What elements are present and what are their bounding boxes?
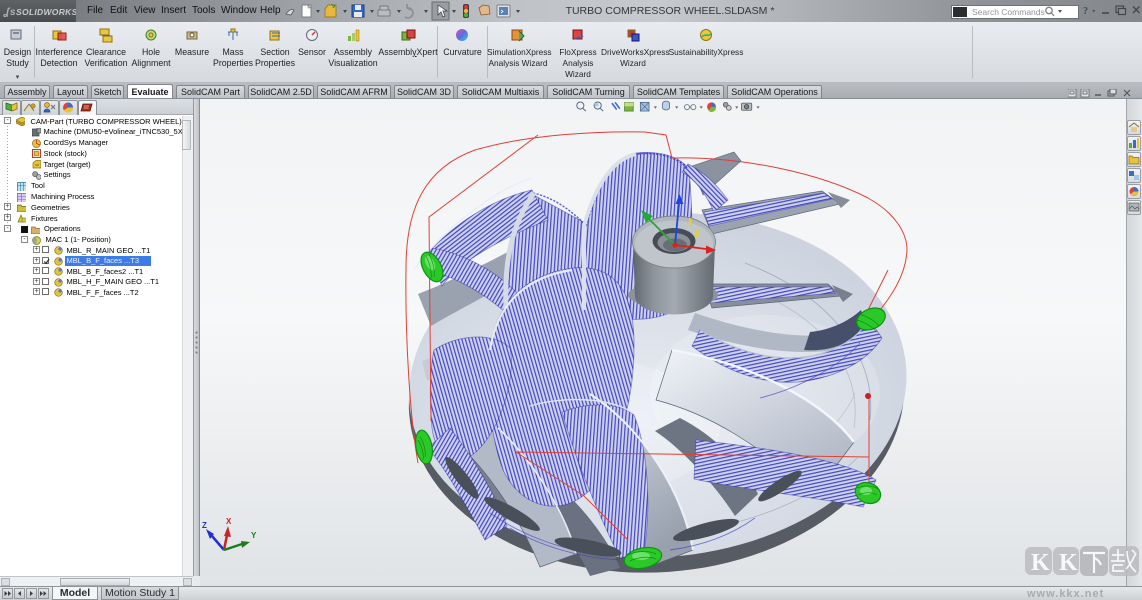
svg-text:X: X bbox=[226, 517, 232, 526]
svg-text:ʆs: ʆs bbox=[3, 7, 16, 18]
svg-text:K: K bbox=[1059, 550, 1078, 576]
svg-text:?: ? bbox=[1083, 6, 1088, 17]
svg-text:SOLIDWORKS: SOLIDWORKS bbox=[16, 7, 76, 17]
svg-text:K: K bbox=[1031, 550, 1050, 576]
svg-text:Y: Y bbox=[251, 531, 257, 540]
svg-text:Z: Z bbox=[202, 521, 207, 530]
